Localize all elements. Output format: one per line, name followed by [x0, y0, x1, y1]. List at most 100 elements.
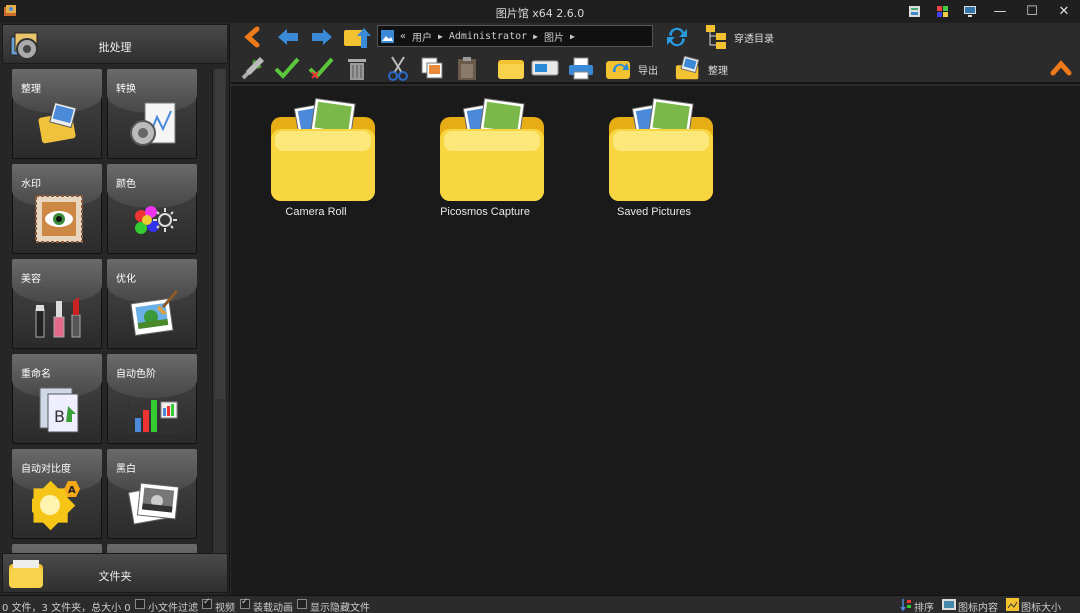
folder-footer[interactable]: 文件夹	[2, 553, 228, 593]
organize-label[interactable]: 整理	[708, 62, 728, 77]
screen-icon	[531, 60, 559, 76]
tile-black-white[interactable]: 黑白	[107, 449, 197, 539]
select-all-button[interactable]	[273, 54, 301, 82]
tile-cosmetics[interactable]: 美容	[12, 259, 102, 349]
refresh-icon	[667, 27, 687, 47]
cosmetics-icon	[35, 297, 81, 338]
new-folder-button[interactable]	[497, 54, 525, 82]
small-file-filter-checkbox[interactable]	[135, 599, 145, 609]
load-animation-checkbox[interactable]	[240, 597, 250, 609]
folder-item[interactable]: Picosmos Capture	[410, 89, 560, 219]
export-button[interactable]	[605, 54, 633, 82]
video-label[interactable]: 视频	[215, 599, 235, 613]
icon-content-label[interactable]: 图标内容	[958, 599, 998, 613]
forward-button[interactable]	[308, 23, 336, 51]
folder-item[interactable]: Camera Roll	[241, 89, 391, 219]
minimize-button[interactable]: —	[984, 0, 1016, 23]
tile-auto-contrast[interactable]: 自动对比度 A	[12, 449, 102, 539]
slideshow-button[interactable]	[531, 54, 559, 82]
close-button[interactable]: ✕	[1048, 0, 1080, 23]
tile-label: 自动对比度	[21, 464, 71, 475]
auto-contrast-icon: A	[32, 480, 80, 531]
tile-convert[interactable]: 转换	[107, 69, 197, 159]
print-button[interactable]	[567, 54, 595, 82]
batch-tiles: 整理 转换 水印 颜色 美容 优化 重命名 B 自动色阶 自动对比度 A 黑白	[12, 69, 198, 553]
organize-button[interactable]	[675, 54, 703, 82]
delete-button[interactable]	[343, 54, 371, 82]
sort-label[interactable]: 排序	[914, 599, 934, 613]
svg-text:A: A	[68, 485, 76, 496]
tile-more[interactable]	[12, 544, 102, 553]
auto-levels-icon	[128, 400, 178, 433]
tile-more[interactable]	[107, 544, 197, 553]
traverse-directory-label[interactable]: 穿透目录	[734, 30, 774, 45]
watermark-icon	[35, 195, 83, 243]
show-hidden-checkbox[interactable]	[297, 599, 307, 609]
breadcrumb-users[interactable]: 用户	[412, 29, 432, 44]
tile-watermark[interactable]: 水印	[12, 164, 102, 254]
skin-icon[interactable]	[900, 0, 928, 23]
scrollbar-thumb[interactable]	[215, 69, 225, 399]
load-animation-label[interactable]: 装载动画	[253, 599, 293, 613]
tile-label: 美容	[21, 274, 41, 285]
breadcrumb-pictures[interactable]: 图片	[544, 29, 564, 44]
palette-icon[interactable]	[928, 0, 956, 23]
copy-icon	[421, 57, 443, 79]
export-icon	[606, 61, 630, 79]
open-folder-button[interactable]	[343, 23, 371, 51]
paste-button[interactable]	[453, 54, 481, 82]
breadcrumb-administrator[interactable]: Administrator	[449, 31, 527, 42]
small-file-filter-label[interactable]: 小文件过滤	[148, 599, 198, 613]
tile-label: 整理	[21, 84, 41, 95]
icon-size-label[interactable]: 图标大小	[1021, 599, 1061, 613]
left-panel: 批处理 整理 转换 水印 颜色 美容 优化 重命名 B 自动色阶 自动对比度 A…	[0, 23, 230, 595]
tile-rename[interactable]: 重命名 B	[12, 354, 102, 444]
sort-icon[interactable]	[900, 598, 912, 611]
picture-icon	[381, 29, 394, 43]
icon-content-icon[interactable]	[942, 599, 956, 610]
video-checkbox[interactable]	[202, 597, 212, 609]
copy-button[interactable]	[418, 54, 446, 82]
file-browser: Camera Roll Picosmos Capture Saved Pictu…	[231, 86, 1080, 595]
organize-folder-icon	[675, 55, 700, 80]
refresh-button[interactable]	[663, 23, 691, 51]
tools-button[interactable]	[239, 54, 267, 82]
cut-button[interactable]	[384, 54, 412, 82]
invert-selection-button[interactable]	[307, 54, 335, 82]
tile-label: 重命名	[21, 369, 51, 380]
tile-label: 黑白	[116, 464, 136, 475]
collapse-toolbar-button[interactable]	[1047, 54, 1075, 82]
show-hidden-label[interactable]: 显示隐藏文件	[310, 599, 370, 613]
svg-text:B: B	[54, 407, 65, 426]
left-scrollbar[interactable]	[212, 69, 226, 553]
path-back-chevron[interactable]: «	[400, 31, 406, 42]
tile-organize[interactable]: 整理	[12, 69, 102, 159]
breadcrumb-arrow-icon[interactable]: ▶	[438, 32, 443, 41]
printer-icon	[569, 57, 593, 80]
folder-up-icon	[344, 28, 371, 48]
maximize-button[interactable]: ☐	[1016, 0, 1048, 23]
monitor-icon[interactable]	[956, 0, 984, 23]
icon-size-icon[interactable]	[1006, 598, 1019, 611]
navigation-toolbar: « 用户 ▶ Administrator ▶ 图片 ▶ 穿透目录	[231, 23, 1080, 53]
tile-optimize[interactable]: 优化	[107, 259, 197, 349]
breadcrumb-arrow-icon[interactable]: ▶	[570, 32, 575, 41]
address-bar[interactable]: « 用户 ▶ Administrator ▶ 图片 ▶	[377, 25, 653, 47]
export-label[interactable]: 导出	[638, 62, 658, 77]
folder-item[interactable]: Saved Pictures	[579, 89, 729, 219]
chevron-left-icon	[244, 26, 260, 48]
tile-auto-levels[interactable]: 自动色阶	[107, 354, 197, 444]
optimize-icon	[130, 290, 179, 337]
tile-label: 水印	[21, 179, 41, 190]
chevron-up-icon	[1050, 60, 1072, 76]
traverse-directory-button[interactable]	[703, 22, 731, 50]
organize-icon	[38, 101, 77, 144]
folder-label: 文件夹	[98, 570, 132, 583]
check-cross-icon	[308, 57, 334, 79]
folder-icon	[440, 97, 544, 201]
back-button[interactable]	[274, 23, 302, 51]
batch-header[interactable]: 批处理	[2, 24, 228, 64]
up-button[interactable]	[239, 23, 267, 51]
breadcrumb-arrow-icon[interactable]: ▶	[533, 32, 538, 41]
tile-color[interactable]: 颜色	[107, 164, 197, 254]
